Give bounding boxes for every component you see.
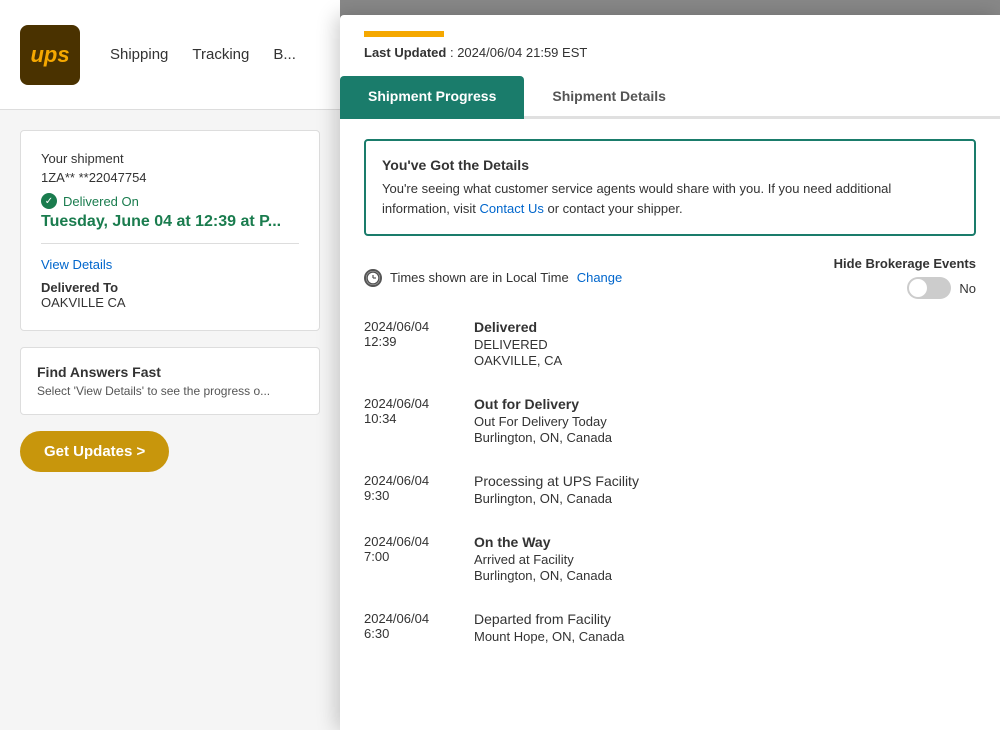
last-updated-value: 2024/06/04 21:59 EST xyxy=(457,45,587,60)
find-answers-title: Find Answers Fast xyxy=(37,364,303,380)
tab-shipment-progress[interactable]: Shipment Progress xyxy=(340,76,524,119)
event-date-5: 2024/06/04 xyxy=(364,611,454,626)
info-box-text: You're seeing what customer service agen… xyxy=(382,179,958,218)
tracking-event-5: 2024/06/04 6:30 Departed from Facility M… xyxy=(364,611,976,644)
info-box-title: You've Got the Details xyxy=(382,157,958,173)
brokerage-label: Hide Brokerage Events xyxy=(834,256,976,271)
divider xyxy=(41,243,299,244)
event-details-4: On the Way Arrived at Facility Burlingto… xyxy=(474,534,976,583)
event-title-5: Departed from Facility xyxy=(474,611,976,627)
event-subtitle-2: Out For Delivery Today xyxy=(474,414,976,429)
ups-background: ups Shipping Tracking B... Your shipment… xyxy=(0,0,340,730)
ups-nav: Shipping Tracking B... xyxy=(110,46,296,63)
delivered-badge: ✓ Delivered On xyxy=(41,193,299,209)
event-time-4: 7:00 xyxy=(364,549,454,564)
get-updates-button[interactable]: Get Updates > xyxy=(20,431,169,472)
event-location-4: Burlington, ON, Canada xyxy=(474,568,976,583)
event-subtitle-1: DELIVERED xyxy=(474,337,976,352)
overlay-panel: Last Updated : 2024/06/04 21:59 EST Ship… xyxy=(340,15,1000,730)
tabs-container: Shipment Progress Shipment Details xyxy=(340,76,1000,119)
nav-tracking[interactable]: Tracking xyxy=(192,46,249,63)
event-location-5: Mount Hope, ON, Canada xyxy=(474,629,976,644)
timezone-row: Times shown are in Local Time Change Hid… xyxy=(364,256,976,299)
event-location-1: OAKVILLE, CA xyxy=(474,353,976,368)
shipment-label: Your shipment xyxy=(41,151,299,166)
event-details-1: Delivered DELIVERED OAKVILLE, CA xyxy=(474,319,976,368)
change-timezone-link[interactable]: Change xyxy=(577,270,623,285)
top-accent-bar xyxy=(364,31,444,37)
tracking-events: 2024/06/04 12:39 Delivered DELIVERED OAK… xyxy=(364,319,976,644)
panel-content: You've Got the Details You're seeing wha… xyxy=(340,119,1000,730)
find-answers-card: Find Answers Fast Select 'View Details' … xyxy=(20,347,320,415)
event-datetime-1: 2024/06/04 12:39 xyxy=(364,319,454,349)
clock-icon xyxy=(364,269,382,287)
event-subtitle-4: Arrived at Facility xyxy=(474,552,976,567)
shipment-card: Your shipment 1ZA** **22047754 ✓ Deliver… xyxy=(20,130,320,331)
nav-other[interactable]: B... xyxy=(273,46,296,63)
event-time-1: 12:39 xyxy=(364,334,454,349)
event-date-1: 2024/06/04 xyxy=(364,319,454,334)
event-date-3: 2024/06/04 xyxy=(364,473,454,488)
timezone-label: Times shown are in Local Time xyxy=(390,270,569,285)
delivered-to-label: Delivered To xyxy=(41,280,299,295)
tracking-event-1: 2024/06/04 12:39 Delivered DELIVERED OAK… xyxy=(364,319,976,368)
tracking-event-2: 2024/06/04 10:34 Out for Delivery Out Fo… xyxy=(364,396,976,445)
tracking-event-4: 2024/06/04 7:00 On the Way Arrived at Fa… xyxy=(364,534,976,583)
event-time-2: 10:34 xyxy=(364,411,454,426)
ups-logo: ups xyxy=(20,25,80,85)
event-title-4: On the Way xyxy=(474,534,976,550)
delivery-date: Tuesday, June 04 at 12:39 at P... xyxy=(41,213,299,231)
logo-text: ups xyxy=(30,42,69,68)
event-title-3: Processing at UPS Facility xyxy=(474,473,976,489)
last-updated-label: Last Updated xyxy=(364,45,446,60)
tracking-number: 1ZA** **22047754 xyxy=(41,170,299,185)
tab-shipment-details[interactable]: Shipment Details xyxy=(524,76,694,116)
event-details-3: Processing at UPS Facility Burlington, O… xyxy=(474,473,976,506)
find-answers-text: Select 'View Details' to see the progres… xyxy=(37,384,303,398)
brokerage-toggle-value: No xyxy=(959,281,976,296)
event-location-2: Burlington, ON, Canada xyxy=(474,430,976,445)
timezone-left: Times shown are in Local Time Change xyxy=(364,269,622,287)
event-datetime-5: 2024/06/04 6:30 xyxy=(364,611,454,641)
event-datetime-4: 2024/06/04 7:00 xyxy=(364,534,454,564)
event-datetime-3: 2024/06/04 9:30 xyxy=(364,473,454,503)
event-title-2: Out for Delivery xyxy=(474,396,976,412)
event-details-5: Departed from Facility Mount Hope, ON, C… xyxy=(474,611,976,644)
brokerage-toggle: Hide Brokerage Events No xyxy=(834,256,976,299)
check-circle-icon: ✓ xyxy=(41,193,57,209)
ups-header: ups Shipping Tracking B... xyxy=(0,0,340,110)
info-box-body-after: or contact your shipper. xyxy=(544,201,683,216)
tracking-event-3: 2024/06/04 9:30 Processing at UPS Facili… xyxy=(364,473,976,506)
event-time-5: 6:30 xyxy=(364,626,454,641)
ups-content: Your shipment 1ZA** **22047754 ✓ Deliver… xyxy=(0,110,340,492)
event-date-4: 2024/06/04 xyxy=(364,534,454,549)
event-time-3: 9:30 xyxy=(364,488,454,503)
nav-shipping[interactable]: Shipping xyxy=(110,46,168,63)
toggle-container: No xyxy=(907,277,976,299)
event-details-2: Out for Delivery Out For Delivery Today … xyxy=(474,396,976,445)
delivered-on-label: Delivered On xyxy=(63,194,139,209)
event-location-3: Burlington, ON, Canada xyxy=(474,491,976,506)
brokerage-toggle-switch[interactable] xyxy=(907,277,951,299)
last-updated-section: Last Updated : 2024/06/04 21:59 EST xyxy=(340,45,1000,76)
view-details-link[interactable]: View Details xyxy=(41,257,112,272)
info-box: You've Got the Details You're seeing wha… xyxy=(364,139,976,236)
event-date-2: 2024/06/04 xyxy=(364,396,454,411)
contact-us-link[interactable]: Contact Us xyxy=(480,201,544,216)
event-title-1: Delivered xyxy=(474,319,976,335)
delivered-to-value: OAKVILLE CA xyxy=(41,295,299,310)
event-datetime-2: 2024/06/04 10:34 xyxy=(364,396,454,426)
